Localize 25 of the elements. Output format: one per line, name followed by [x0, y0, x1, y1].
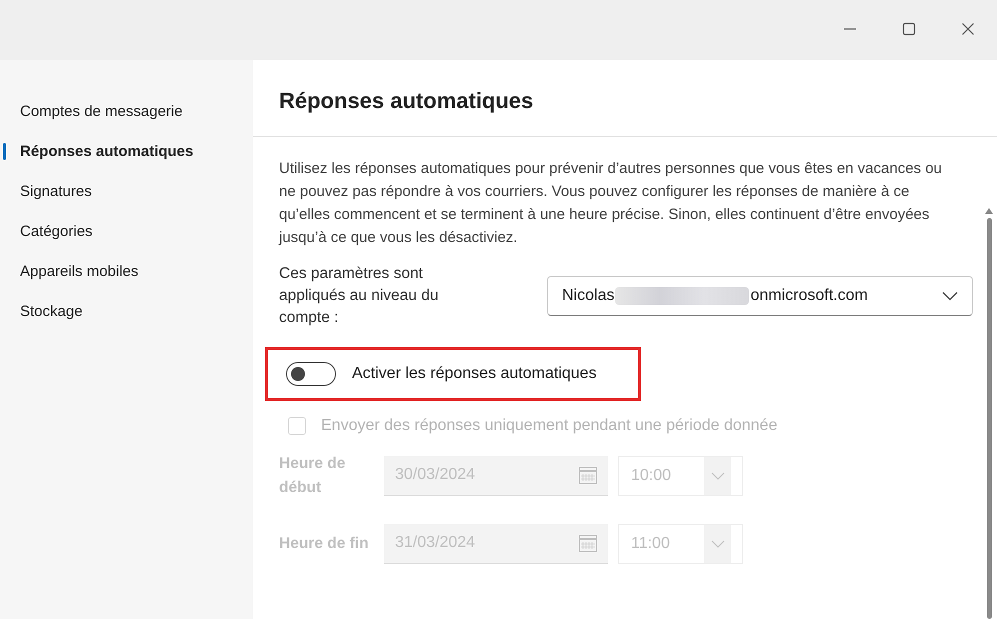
chevron-icon — [710, 540, 724, 548]
sidebar-item[interactable]: Catégories — [0, 211, 253, 251]
chevron-icon — [942, 291, 958, 301]
sidebar-item[interactable]: Stockage — [0, 291, 253, 331]
sidebar-item[interactable]: Signatures — [0, 171, 253, 211]
account-dropdown[interactable]: Nicolas onmicrosoft.com — [547, 276, 973, 316]
account-label: Ces paramètres sont appliqués au niveau du compte : — [279, 264, 440, 328]
toggle-switch[interactable] — [286, 362, 336, 386]
checkbox-label: Envoyer des réponses uniquement pendant une période donnée — [321, 417, 778, 435]
calendar-icon — [578, 465, 598, 485]
toggle-label: Activer les réponses automatiques — [352, 365, 597, 383]
calendar-icon — [578, 533, 598, 553]
scroll-up-arrow-icon[interactable] — [985, 208, 993, 214]
sidebar-item[interactable]: Comptes de messagerie — [0, 91, 253, 131]
time-label: Heure de fin — [279, 534, 370, 554]
maximize-icon — [900, 20, 916, 36]
sidebar-item[interactable]: Appareils mobiles — [0, 251, 253, 291]
minimize-icon — [844, 28, 856, 30]
sidebar-item[interactable]: Réponses automatiques — [0, 131, 253, 171]
time-label: Heure de début — [279, 454, 346, 498]
close-icon — [960, 20, 976, 36]
description-text: Utilisez les réponses automatiques pour prévenir d’autres personnes que vous êtes en vacances ou ne pouvez pas répondre à vos courriers. Vous pouvez configurer les réponses de manière à ce qu’elles commencent et se terminent à une heure précise. Sinon, elles continuent d’être envoyées jusqu’à ce que vous les désactiviez. — [279, 159, 943, 248]
scrollbar[interactable] — [985, 208, 993, 619]
page-title: Réponses automatiques — [253, 60, 997, 137]
chevron-icon — [710, 472, 724, 480]
